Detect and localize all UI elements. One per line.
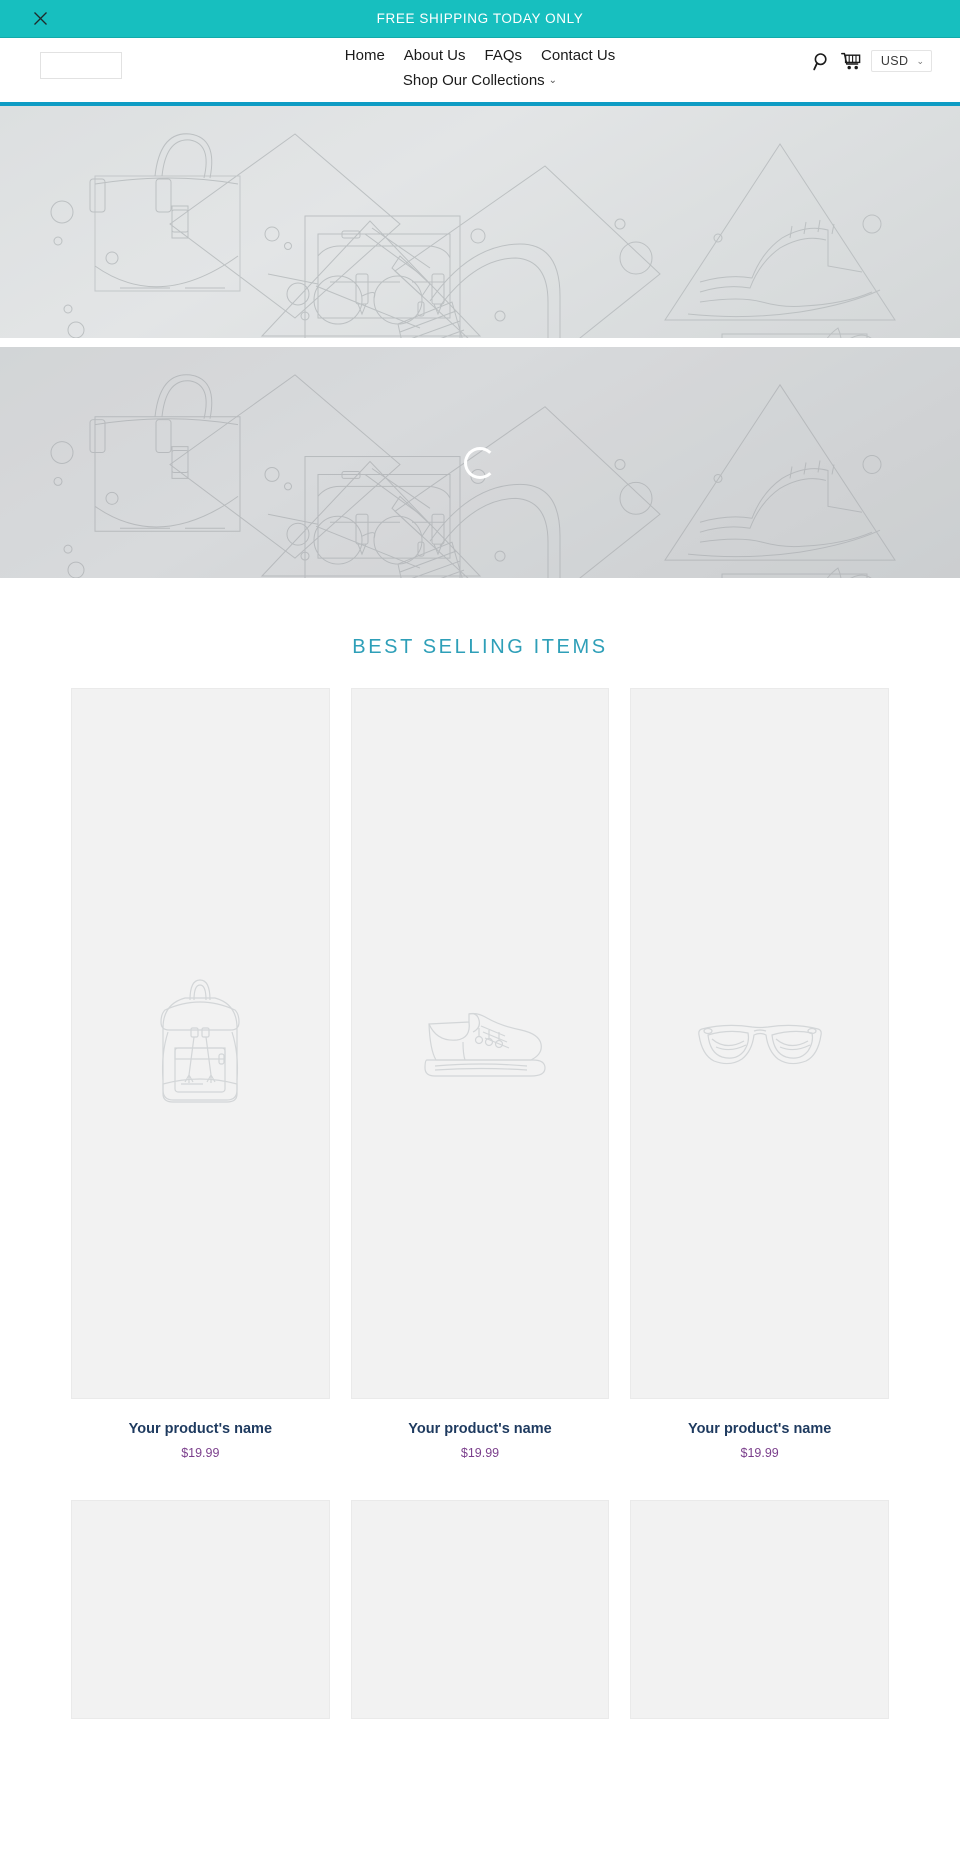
site-logo[interactable] bbox=[40, 52, 122, 79]
search-icon[interactable] bbox=[813, 52, 832, 71]
product-title[interactable]: Your product's name bbox=[351, 1421, 610, 1437]
product-title[interactable]: Your product's name bbox=[71, 1421, 330, 1437]
sneaker-line-art-icon bbox=[424, 1012, 546, 1077]
nav-item-shop-our-collections[interactable]: Shop Our Collections ⌄ bbox=[403, 71, 557, 91]
nav-item-home[interactable]: Home bbox=[345, 46, 385, 66]
chevron-down-icon: ⌄ bbox=[916, 55, 924, 66]
product-title[interactable]: Your product's name bbox=[630, 1421, 889, 1437]
nav-item-faqs[interactable]: FAQs bbox=[485, 46, 523, 66]
site-header: Home About Us FAQs Contact Us Shop Our C… bbox=[0, 38, 960, 106]
product-card bbox=[630, 1500, 889, 1719]
eyeglasses-line-art-icon bbox=[697, 1024, 822, 1064]
product-image-backpack[interactable] bbox=[71, 688, 330, 1399]
product-grid-row-1: Your product's name $19.99 Your product'… bbox=[0, 688, 960, 1460]
shopping-cart-icon[interactable] bbox=[840, 52, 862, 71]
product-card bbox=[71, 1500, 330, 1719]
announcement-bar: FREE SHIPPING TODAY ONLY bbox=[0, 0, 960, 38]
nav-primary-row: Home About Us FAQs Contact Us bbox=[345, 46, 615, 66]
close-x-icon bbox=[33, 12, 47, 25]
nav-secondary-row: Shop Our Collections ⌄ bbox=[403, 71, 557, 91]
product-card: Your product's name $19.99 bbox=[350, 688, 610, 1460]
product-image-placeholder[interactable] bbox=[630, 1500, 889, 1719]
product-card: Your product's name $19.99 bbox=[71, 688, 330, 1460]
product-image-placeholder[interactable] bbox=[350, 1500, 610, 1719]
hero-slideshow-slide-2[interactable] bbox=[0, 347, 960, 578]
product-price: $19.99 bbox=[740, 1446, 779, 1460]
banner-placeholder-artwork bbox=[50, 133, 896, 338]
section-title: BEST SELLING ITEMS bbox=[352, 636, 608, 658]
product-price: $19.99 bbox=[460, 1446, 500, 1460]
currency-value: USD bbox=[880, 54, 909, 68]
product-price: $19.99 bbox=[181, 1446, 220, 1460]
hero-slideshow-slide-1[interactable] bbox=[0, 106, 960, 338]
chevron-down-icon: ⌄ bbox=[548, 75, 558, 86]
best-selling-section: BEST SELLING ITEMS Your product's name $… bbox=[0, 578, 960, 1719]
nav-item-contact-us[interactable]: Contact Us bbox=[541, 46, 615, 66]
loading-spinner bbox=[464, 446, 496, 479]
backpack-line-art-icon bbox=[160, 978, 240, 1103]
close-announcement-button[interactable] bbox=[30, 9, 50, 29]
storefront-page: FREE SHIPPING TODAY ONLY Home About Us F… bbox=[0, 0, 960, 1719]
product-card: Your product's name $19.99 bbox=[630, 688, 889, 1460]
nav-item-about-us[interactable]: About Us bbox=[404, 46, 466, 66]
announcement-text: FREE SHIPPING TODAY ONLY bbox=[376, 11, 584, 26]
product-grid-row-2 bbox=[0, 1500, 960, 1719]
header-tools: USD ⌄ bbox=[813, 50, 932, 72]
product-image-eyeglasses[interactable] bbox=[630, 688, 889, 1399]
nav-item-shop-label: Shop Our Collections bbox=[402, 72, 545, 89]
product-image-sneaker[interactable] bbox=[350, 688, 610, 1399]
product-card bbox=[350, 1500, 610, 1719]
banner-divider bbox=[0, 338, 960, 347]
grid-row-spacer bbox=[0, 1460, 960, 1500]
currency-selector[interactable]: USD ⌄ bbox=[870, 50, 932, 72]
product-image-placeholder[interactable] bbox=[71, 1500, 330, 1719]
